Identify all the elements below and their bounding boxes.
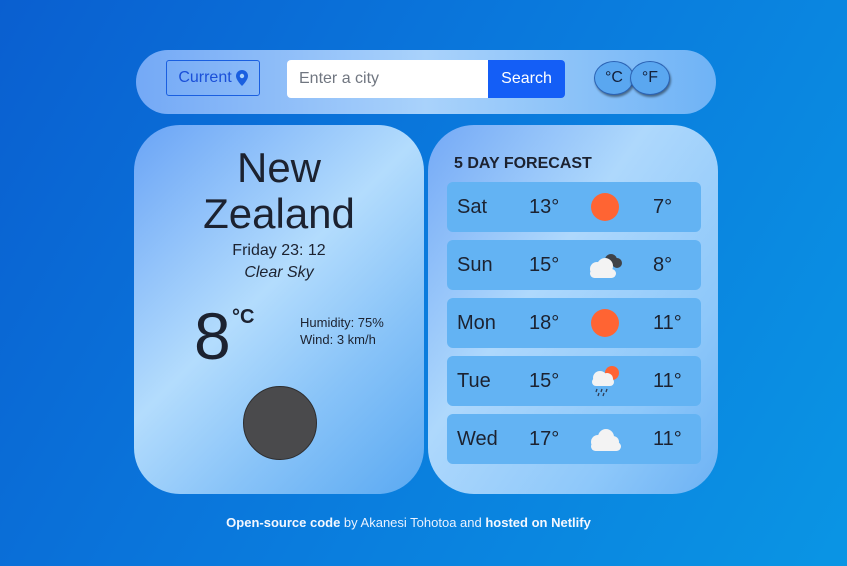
forecast-max: 15° xyxy=(529,370,560,392)
forecast-max: 15° xyxy=(529,254,560,276)
fahrenheit-button[interactable]: °F xyxy=(630,61,670,95)
city-name-line1: New xyxy=(236,144,322,191)
forecast-row: Tue 15° 11° xyxy=(447,356,701,406)
forecast-max: 18° xyxy=(529,312,560,334)
city-name-line2: Zealand xyxy=(203,190,355,237)
footer: Open-source code by Akanesi Tohotoa and … xyxy=(0,515,817,530)
current-weather-card: New Zealand Friday 23: 12 Clear Sky 8 °C… xyxy=(134,125,424,494)
netlify-link[interactable]: hosted on Netlify xyxy=(485,515,590,530)
forecast-max: 17° xyxy=(529,428,560,450)
forecast-day: Sat xyxy=(457,196,488,218)
open-source-link[interactable]: Open-source code xyxy=(226,515,340,530)
cloudy-icon xyxy=(590,254,622,278)
current-temperature: 8 xyxy=(194,299,231,373)
date-time: Friday 23: 12 xyxy=(232,242,326,259)
forecast-max: 13° xyxy=(529,196,560,218)
rain-sun-icon xyxy=(592,366,619,397)
forecast-title: 5 DAY FORECAST xyxy=(454,155,592,172)
temperature-unit: °C xyxy=(232,306,255,328)
wind: Wind: 3 km/h xyxy=(300,332,376,347)
forecast-row: Sun 15° 8° xyxy=(447,240,701,290)
forecast-day: Tue xyxy=(457,370,491,392)
forecast-day: Sun xyxy=(457,254,493,276)
forecast-row: Sat 13° 7° xyxy=(447,182,701,232)
humidity: Humidity: 75% xyxy=(300,315,384,330)
forecast-day: Wed xyxy=(457,428,498,450)
cloud-icon xyxy=(591,429,621,451)
search-button[interactable]: Search xyxy=(488,60,565,98)
map-pin-icon xyxy=(235,70,248,86)
weather-description: Clear Sky xyxy=(244,264,314,281)
forecast-min: 7° xyxy=(653,196,673,218)
current-label: Current xyxy=(178,69,232,86)
sun-icon xyxy=(591,193,619,221)
forecast-min: 11° xyxy=(653,370,682,392)
forecast-row: Mon 18° 11° xyxy=(447,298,701,348)
forecast-min: 11° xyxy=(653,428,682,450)
search-bar: Current Search °C °F xyxy=(136,50,716,114)
moon-icon xyxy=(243,386,317,460)
sun-icon xyxy=(591,309,619,337)
forecast-min: 11° xyxy=(653,312,682,334)
celsius-button[interactable]: °C xyxy=(594,61,634,95)
current-location-button[interactable]: Current xyxy=(166,60,260,96)
city-name: New Zealand xyxy=(134,145,424,237)
forecast-day: Mon xyxy=(457,312,496,334)
city-search-input[interactable] xyxy=(287,60,489,98)
forecast-min: 8° xyxy=(653,254,673,276)
forecast-card: 5 DAY FORECAST Sat 13° 7° Sun 15° 8° Mon… xyxy=(428,125,718,494)
forecast-row: Wed 17° 11° xyxy=(447,414,701,464)
footer-text: by Akanesi Tohotoa and xyxy=(340,515,486,530)
